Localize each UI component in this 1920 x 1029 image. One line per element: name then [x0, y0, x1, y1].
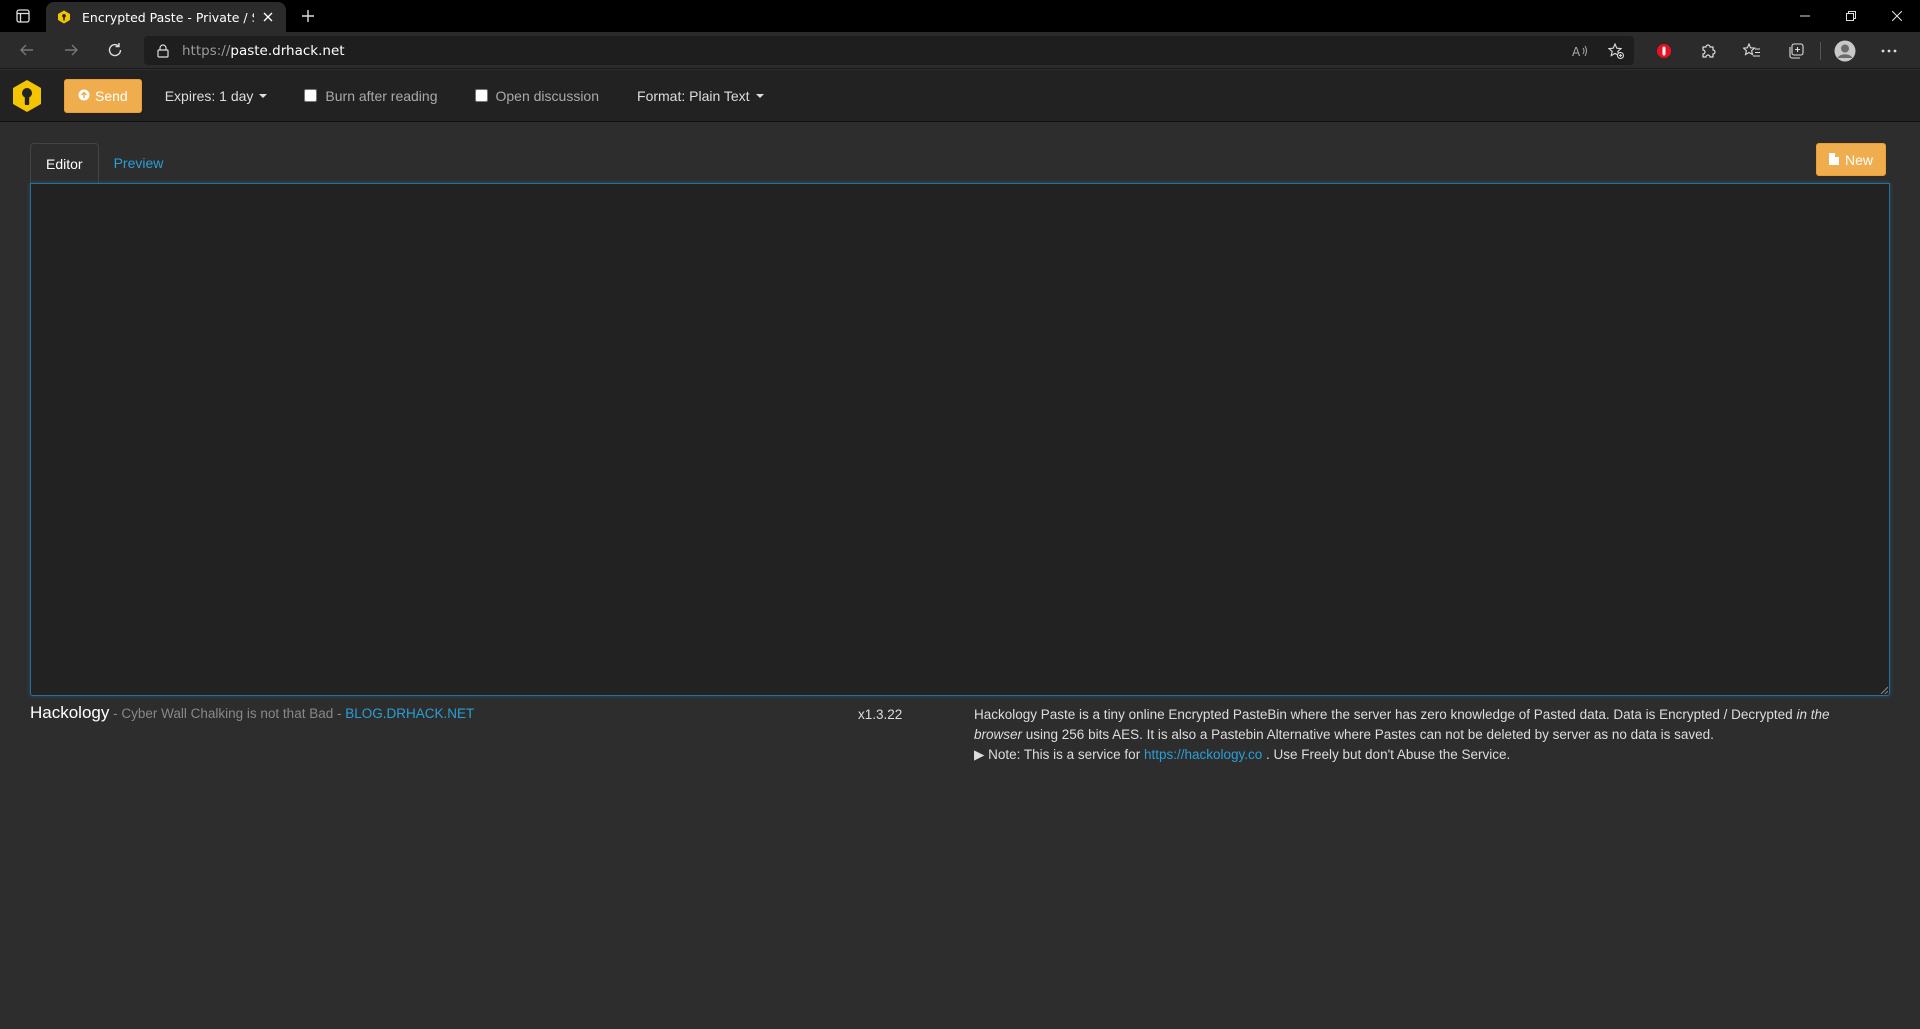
send-label: Send — [95, 87, 128, 104]
brand-tagline: - Cyber Wall Chalking is not that Bad - — [109, 706, 346, 721]
send-button[interactable]: Send — [64, 78, 142, 113]
expires-dropdown[interactable]: Expires: 1 day — [165, 88, 268, 104]
site-favicon-icon — [56, 9, 72, 25]
caret-down-icon — [259, 93, 268, 98]
open-discussion-option[interactable]: Open discussion — [474, 87, 600, 104]
note-prefix: ▶ Note: This is a service for — [974, 747, 1144, 762]
new-label: New — [1845, 151, 1874, 168]
more-menu-icon[interactable] — [1867, 32, 1911, 69]
close-window-icon[interactable] — [1874, 0, 1920, 32]
browser-tab-active[interactable]: Encrypted Paste - Private / Secure — [46, 2, 286, 32]
note-suffix: . Use Freely but don't Abuse the Service… — [1262, 747, 1511, 762]
brand-name: Hackology — [30, 703, 110, 722]
browser-toolbar: https://paste.drhack.net A — [0, 32, 1920, 69]
about-part1: Hackology Paste is a tiny online Encrypt… — [974, 707, 1797, 722]
minimize-icon[interactable] — [1782, 0, 1828, 32]
format-label: Format: Plain Text — [637, 87, 750, 104]
app-navbar: Send Expires: 1 day Burn after reading O… — [0, 70, 1920, 122]
footer-brand: Hackology - Cyber Wall Chalking is not t… — [30, 703, 474, 723]
add-favorite-icon[interactable] — [1598, 36, 1634, 65]
refresh-icon[interactable] — [93, 32, 137, 69]
toolbar-divider — [1820, 41, 1821, 60]
extension-red-icon[interactable] — [1642, 32, 1686, 69]
new-paste-button[interactable]: New — [1816, 143, 1887, 176]
upload-circle-icon — [78, 88, 90, 104]
url-text[interactable]: https://paste.drhack.net — [182, 43, 345, 59]
favorites-icon[interactable] — [1730, 32, 1774, 69]
profile-avatar-icon[interactable] — [1823, 32, 1867, 69]
hackology-link[interactable]: https://hackology.co — [1144, 747, 1262, 762]
caret-down-icon — [755, 93, 764, 98]
address-bar[interactable]: https://paste.drhack.net A — [144, 36, 1634, 65]
format-dropdown[interactable]: Format: Plain Text — [637, 88, 764, 104]
svg-text:A: A — [1572, 45, 1581, 58]
burn-after-reading-option[interactable]: Burn after reading — [304, 87, 438, 104]
browser-tab-strip: Encrypted Paste - Private / Secure — [0, 0, 1920, 32]
resize-handle-icon[interactable] — [1880, 686, 1888, 694]
collections-icon[interactable] — [1774, 32, 1818, 69]
restore-icon[interactable] — [1828, 0, 1874, 32]
open-discussion-label: Open discussion — [495, 87, 600, 104]
url-host: paste.drhack.net — [230, 42, 345, 59]
file-icon — [1829, 152, 1839, 168]
close-tab-icon[interactable] — [260, 9, 276, 25]
about-part2: using 256 bits AES. It is also a Pastebi… — [1022, 727, 1714, 742]
tab-editor[interactable]: Editor — [30, 143, 99, 183]
paste-textarea[interactable] — [30, 183, 1890, 696]
burn-after-reading-checkbox[interactable] — [304, 89, 318, 102]
tab-actions-icon[interactable] — [0, 0, 46, 32]
forward-arrow-icon[interactable] — [49, 32, 93, 69]
tab-preview[interactable]: Preview — [99, 143, 179, 183]
burn-after-reading-label: Burn after reading — [325, 87, 438, 104]
extensions-puzzle-icon[interactable] — [1686, 32, 1730, 69]
new-tab-icon[interactable] — [290, 0, 326, 32]
url-scheme: https:// — [182, 42, 231, 59]
blog-link[interactable]: BLOG.DRHACK.NET — [345, 706, 474, 721]
version-label: x1.3.22 — [858, 707, 903, 722]
back-arrow-icon[interactable] — [5, 32, 49, 69]
read-aloud-icon[interactable]: A — [1562, 36, 1598, 65]
about-text: Hackology Paste is a tiny online Encrypt… — [974, 705, 1874, 765]
tab-title: Encrypted Paste - Private / Secure — [82, 9, 254, 25]
lock-icon[interactable] — [144, 43, 182, 58]
editor-tabs: Editor Preview — [30, 143, 178, 183]
open-discussion-checkbox[interactable] — [474, 89, 488, 102]
hackology-logo-icon[interactable] — [10, 79, 44, 113]
expires-label: Expires: 1 day — [164, 87, 254, 104]
